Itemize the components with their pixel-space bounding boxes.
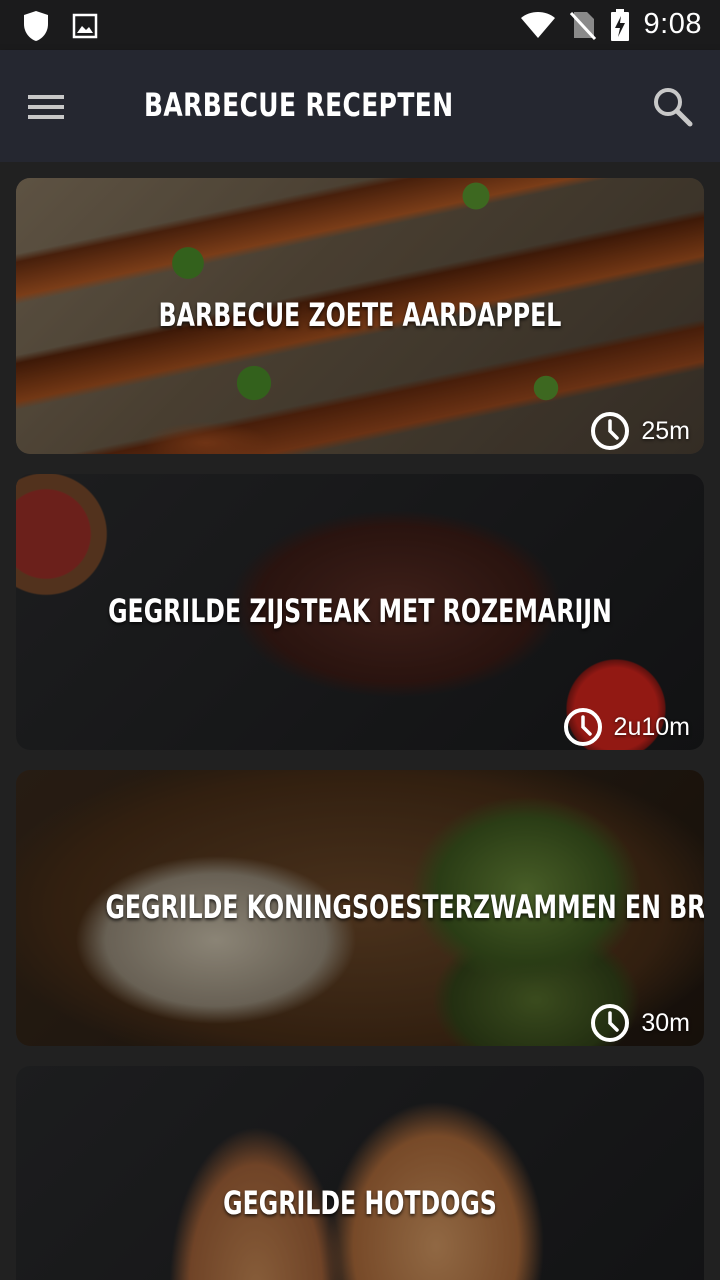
recipe-card[interactable]: BARBECUE ZOETE AARDAPPEL 25m — [16, 178, 704, 454]
wifi-icon — [520, 11, 555, 38]
duration-label: 25m — [641, 416, 690, 445]
image-icon — [72, 13, 98, 39]
app-bar: BARBECUE RECEPTEN — [0, 50, 720, 162]
recipe-card[interactable]: GEGRILDE HOTDOGS — [16, 1066, 704, 1280]
recipe-duration: 30m — [589, 1002, 690, 1044]
recipe-title: BARBECUE ZOETE AARDAPPEL — [158, 296, 562, 334]
clock-icon — [563, 708, 602, 746]
search-button[interactable] — [648, 82, 698, 132]
recipe-title: GEGRILDE HOTDOGS — [223, 1184, 497, 1222]
recipe-title: GEGRILDE ZIJSTEAK MET ROZEMARIJN — [108, 592, 612, 630]
recipe-duration: 25m — [589, 410, 690, 452]
status-bar: 9:08 — [0, 0, 720, 50]
clock-icon — [591, 1004, 630, 1042]
duration-label: 2u10m — [613, 712, 690, 741]
clock-icon — [591, 412, 630, 450]
shield-icon — [24, 11, 48, 41]
recipe-list[interactable]: BARBECUE ZOETE AARDAPPEL 25m GEGRILDE ZI… — [0, 162, 720, 1280]
menu-button[interactable] — [26, 82, 86, 132]
recipe-card[interactable]: GEGRILDE ZIJSTEAK MET ROZEMARIJN 2u10m — [16, 474, 704, 750]
recipe-card[interactable]: GEGRILDE KONINGSOESTERZWAMMEN EN BROCCOL… — [16, 770, 704, 1046]
recipe-title: GEGRILDE KONINGSOESTERZWAMMEN EN BROCCOL… — [105, 888, 704, 926]
clock: 9:08 — [643, 8, 702, 40]
recipe-duration: 2u10m — [562, 706, 690, 748]
hamburger-menu-icon — [28, 95, 64, 119]
search-icon — [654, 88, 693, 127]
battery-charging-icon — [610, 8, 629, 41]
duration-label: 30m — [641, 1008, 690, 1037]
page-title: BARBECUE RECEPTEN — [144, 86, 454, 124]
no-sim-icon — [569, 11, 596, 40]
